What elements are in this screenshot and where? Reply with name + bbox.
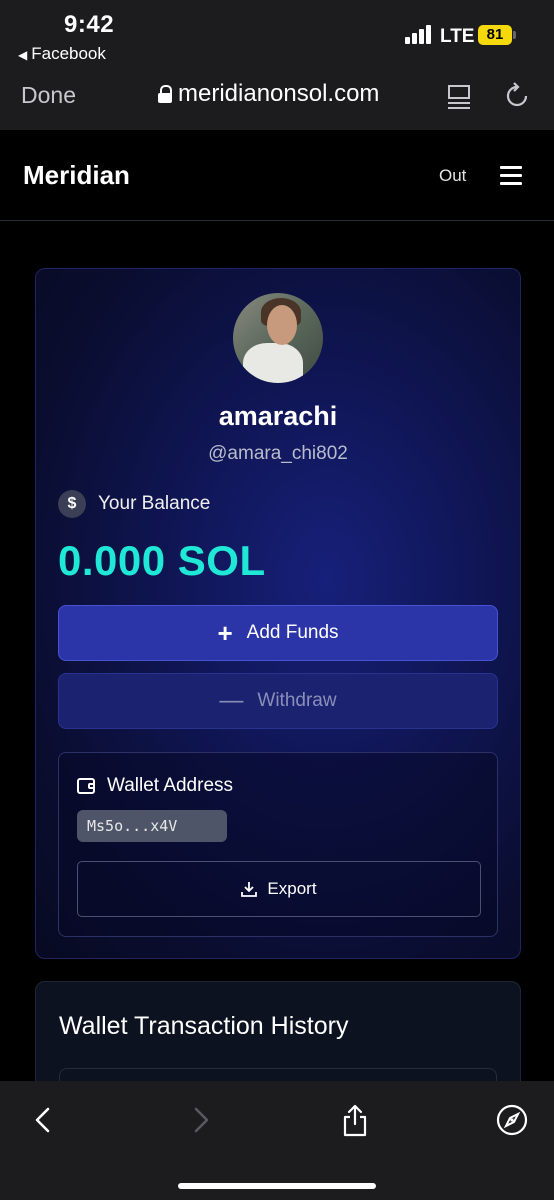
reload-icon[interactable] [504, 82, 530, 110]
balance-header: $ Your Balance [58, 490, 210, 518]
profile-username: amarachi [218, 401, 338, 431]
download-icon [241, 882, 258, 897]
network-type: LTE [440, 26, 475, 47]
share-icon[interactable] [340, 1103, 370, 1137]
back-triangle-icon: ◀ [18, 48, 28, 62]
add-funds-button[interactable]: + Add Funds [58, 605, 498, 661]
minus-icon: — [219, 687, 244, 714]
url-text: meridianonsol.com [178, 80, 380, 107]
wallet-address[interactable]: Ms5o...x4V [77, 810, 227, 842]
battery-icon: 81 [478, 25, 512, 45]
address-field[interactable]: meridianonsol.com [158, 80, 379, 108]
back-arrow-icon[interactable] [28, 1103, 58, 1137]
history-title: Wallet Transaction History [59, 1012, 349, 1040]
cellular-signal-icon [405, 22, 435, 44]
browser-url-bar: Done meridianonsol.com [0, 70, 554, 130]
wallet-icon [77, 778, 95, 794]
balance-label: Your Balance [98, 493, 211, 514]
dollar-icon: $ [58, 490, 86, 518]
compass-icon[interactable] [495, 1103, 529, 1137]
wallet-title: Wallet Address [77, 775, 233, 797]
status-bar: 9:42 ◀ Facebook LTE 81 [0, 0, 554, 70]
plus-icon: + [217, 618, 233, 648]
profile-card: amarachi @amara_chi802 $ Your Balance 0.… [35, 268, 521, 959]
hamburger-menu-icon[interactable] [500, 166, 522, 185]
withdraw-button[interactable]: — Withdraw [58, 673, 498, 729]
status-time: 9:42 [64, 11, 115, 38]
export-button[interactable]: Export [77, 861, 481, 917]
balance-value: 0.000 SOL [58, 537, 266, 584]
forward-arrow-icon[interactable] [186, 1103, 216, 1137]
battery-cap [513, 31, 516, 39]
site-header: Meridian Out [0, 130, 554, 221]
back-app-label: Facebook [31, 44, 106, 63]
profile-handle: @amara_chi802 [208, 443, 348, 464]
site-brand[interactable]: Meridian [23, 160, 130, 191]
reader-mode-icon[interactable] [448, 83, 472, 109]
avatar [233, 293, 323, 383]
done-button[interactable]: Done [21, 82, 76, 109]
add-funds-label: Add Funds [246, 622, 339, 643]
out-button[interactable]: Out [439, 166, 466, 186]
wallet-title-label: Wallet Address [107, 775, 234, 796]
lock-icon [158, 85, 172, 103]
withdraw-label: Withdraw [257, 690, 337, 711]
wallet-address-panel: Wallet Address Ms5o...x4V Export [58, 752, 498, 937]
home-indicator [178, 1183, 376, 1189]
export-label: Export [267, 879, 317, 898]
back-to-app-link[interactable]: ◀ Facebook [18, 44, 106, 64]
